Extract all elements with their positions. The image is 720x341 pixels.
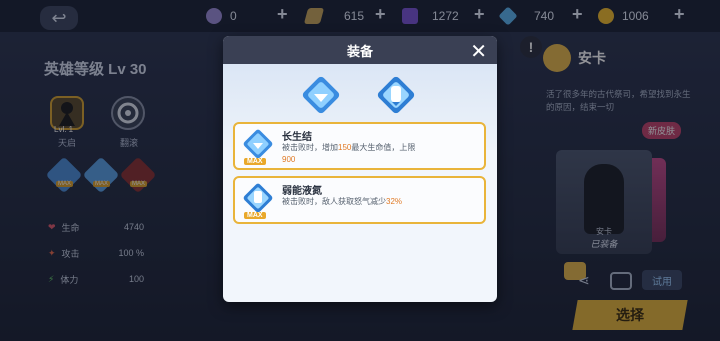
crystal-gem-icon[interactable]	[298, 72, 344, 118]
item-description: 被击败时，敌人获取怒气减少32%	[282, 196, 482, 208]
item-name: 长生结	[282, 132, 312, 143]
desc-highlight: 150	[338, 143, 352, 152]
desc-text: 最大生命值，上限	[351, 143, 416, 152]
frost-gem-icon[interactable]	[373, 72, 419, 118]
desc-text: 被击败时，敌人获取怒气减少	[282, 197, 386, 206]
dialog-header: 装备 ✕	[223, 36, 497, 64]
item-name: 弱能液氮	[282, 186, 322, 197]
equipment-item-2[interactable]: MAX 弱能液氮 被击败时，敌人获取怒气减少32%	[233, 176, 486, 224]
desc-highlight: 32%	[386, 197, 403, 206]
max-badge: MAX	[244, 212, 266, 219]
close-button[interactable]: ✕	[470, 39, 487, 64]
desc-text: 被击败时，增加	[282, 143, 338, 152]
item-description: 被击败时，增加150最大生命值，上限 900	[282, 142, 482, 166]
max-badge: MAX	[244, 158, 266, 165]
dialog-title: 装备	[346, 43, 373, 59]
equipment-dialog: 装备 ✕ MAX 长生结 被击败时，增加150最大生命值，上限 900 MAX …	[223, 36, 497, 302]
desc-highlight: 900	[282, 155, 296, 164]
equipment-item-1[interactable]: MAX 长生结 被击败时，增加150最大生命值，上限 900	[233, 122, 486, 170]
